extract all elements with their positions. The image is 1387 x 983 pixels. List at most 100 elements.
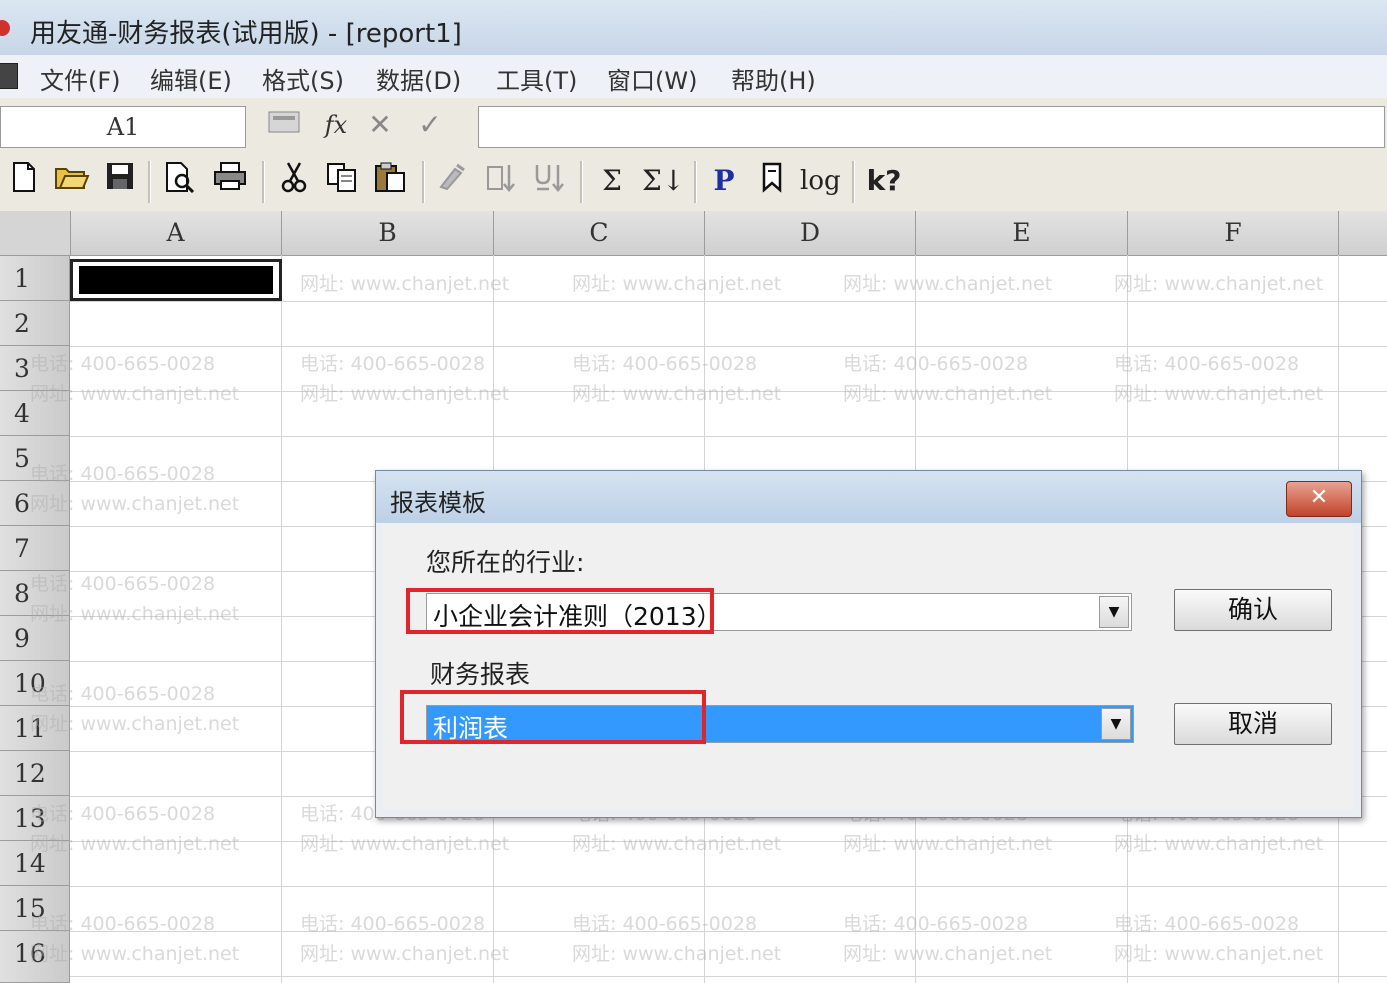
column-header-d[interactable]: D: [705, 211, 916, 255]
watermark-site: 网址: www.chanjet.net: [30, 493, 240, 515]
row-header-12[interactable]: 12: [0, 751, 70, 796]
menu-edit[interactable]: 编辑(E): [150, 61, 232, 96]
menu-tools[interactable]: 工具(T): [496, 61, 577, 96]
open-folder-icon[interactable]: [52, 161, 92, 201]
menu-help[interactable]: 帮助(H): [731, 61, 816, 96]
chevron-down-icon[interactable]: ▼: [1101, 708, 1131, 740]
toolbar: Σ Σ↓ P log k?: [0, 153, 1387, 213]
toolbar-separator: [422, 161, 425, 203]
selected-cell-a1[interactable]: [70, 259, 282, 301]
row-header-2[interactable]: 2: [0, 301, 70, 346]
watermark-phone: 电话: 400-665-0028: [30, 913, 216, 935]
cancel-edit-icon[interactable]: ✕: [362, 108, 398, 142]
report-highlight-box: [400, 690, 706, 744]
menu-bar: 文件(F) 编辑(E) 格式(S) 数据(D) 工具(T) 窗口(W) 帮助(H…: [0, 55, 1387, 99]
watermark-site: 网址: www.chanjet.net: [300, 943, 510, 965]
grid-line: [281, 255, 282, 983]
print-preview-icon[interactable]: [160, 161, 200, 201]
watermark-phone: 电话: 400-665-0028: [30, 683, 216, 705]
column-header-e[interactable]: E: [916, 211, 1128, 255]
toolbar-separator: [852, 161, 855, 203]
column-header-row: A B C D E F: [0, 211, 1387, 256]
column-header-a[interactable]: A: [70, 211, 282, 255]
copy-icon[interactable]: [322, 161, 362, 201]
save-icon[interactable]: [100, 161, 140, 201]
watermark-phone: 电话: 400-665-0028: [300, 913, 486, 935]
app-window: 用友通-财务报表(试用版) - [report1] 文件(F) 编辑(E) 格式…: [0, 0, 1387, 983]
watermark-phone: 电话: 400-665-0028: [572, 353, 758, 375]
confirm-button[interactable]: 确认: [1174, 589, 1332, 631]
grid-line: [70, 436, 1387, 437]
watermark-phone: 电话: 400-665-0028: [30, 573, 216, 595]
watermark-phone: 电话: 400-665-0028: [1114, 353, 1300, 375]
bookmark-icon[interactable]: [752, 161, 792, 201]
new-file-icon[interactable]: [4, 161, 44, 201]
row-header-1[interactable]: 1: [0, 256, 70, 301]
dialog-body: 您所在的行业: 小企业会计准则（2013） ▼ 确认 财务报表 利润表 ▼ 取消: [382, 523, 1353, 809]
watermark-site: 网址: www.chanjet.net: [843, 383, 1053, 405]
log-icon[interactable]: log: [800, 161, 841, 201]
watermark-site: 网址: www.chanjet.net: [1114, 383, 1324, 405]
watermark-site: 网址: www.chanjet.net: [1114, 273, 1324, 295]
watermark-site: 网址: www.chanjet.net: [300, 833, 510, 855]
selected-cell-fill: [79, 266, 273, 294]
industry-highlight-box: [406, 588, 714, 634]
column-header-b[interactable]: B: [282, 211, 494, 255]
formula-input[interactable]: [478, 106, 1385, 148]
chevron-down-icon[interactable]: ▼: [1099, 596, 1129, 628]
toolbar-separator: [694, 161, 697, 203]
grid-line: [70, 886, 1387, 887]
fx-icon[interactable]: fx: [318, 108, 354, 142]
watermark-site: 网址: www.chanjet.net: [300, 273, 510, 295]
sum-down-icon[interactable]: Σ↓: [642, 161, 685, 201]
watermark-site: 网址: www.chanjet.net: [572, 273, 782, 295]
watermark-site: 网址: www.chanjet.net: [843, 273, 1053, 295]
watermark-site: 网址: www.chanjet.net: [30, 603, 240, 625]
menu-format[interactable]: 格式(S): [262, 61, 344, 96]
insert-function-list-icon[interactable]: [266, 108, 302, 142]
column-header-c[interactable]: C: [494, 211, 705, 255]
watermark-site: 网址: www.chanjet.net: [572, 383, 782, 405]
menu-data[interactable]: 数据(D): [376, 61, 461, 96]
sort-descending-icon[interactable]: [530, 161, 570, 201]
toolbar-separator: [148, 161, 151, 203]
column-header-f[interactable]: F: [1128, 211, 1339, 255]
cut-icon[interactable]: [274, 161, 314, 201]
toolbar-separator: [262, 161, 265, 203]
watermark-site: 网址: www.chanjet.net: [30, 383, 240, 405]
watermark-site: 网址: www.chanjet.net: [572, 943, 782, 965]
format-painter-icon[interactable]: [432, 161, 472, 201]
select-all-corner[interactable]: [0, 211, 71, 255]
print-icon[interactable]: [210, 161, 250, 201]
cell-name-box[interactable]: A1: [0, 106, 246, 148]
watermark-phone: 电话: 400-665-0028: [843, 353, 1029, 375]
menu-file[interactable]: 文件(F): [40, 61, 121, 96]
watermark-phone: 电话: 400-665-0028: [30, 463, 216, 485]
toolbar-separator: [580, 161, 583, 203]
watermark-phone: 电话: 400-665-0028: [843, 913, 1029, 935]
sort-ascending-icon[interactable]: [482, 161, 522, 201]
cancel-button[interactable]: 取消: [1174, 703, 1332, 745]
dialog-title-bar[interactable]: 报表模板 ✕: [376, 471, 1361, 523]
close-icon[interactable]: ✕: [1286, 481, 1352, 517]
watermark-site: 网址: www.chanjet.net: [30, 943, 240, 965]
sum-icon[interactable]: Σ: [592, 161, 632, 201]
watermark-site: 网址: www.chanjet.net: [30, 713, 240, 735]
window-title: 用友通-财务报表(试用版) - [report1]: [30, 19, 462, 49]
watermark-site: 网址: www.chanjet.net: [843, 943, 1053, 965]
watermark-site: 网址: www.chanjet.net: [1114, 943, 1324, 965]
watermark-site: 网址: www.chanjet.net: [843, 833, 1053, 855]
row-header-7[interactable]: 7: [0, 526, 70, 571]
watermark-phone: 电话: 400-665-0028: [30, 803, 216, 825]
watermark-phone: 电话: 400-665-0028: [1114, 913, 1300, 935]
menu-window[interactable]: 窗口(W): [607, 61, 697, 96]
help-pointer-icon[interactable]: k?: [864, 161, 904, 201]
paste-icon[interactable]: [370, 161, 410, 201]
industry-label: 您所在的行业:: [426, 548, 585, 577]
p-icon[interactable]: P: [704, 161, 744, 201]
report-template-dialog: 报表模板 ✕ 您所在的行业: 小企业会计准则（2013） ▼ 确认 财务报表 利…: [375, 470, 1362, 818]
formula-bar: A1 fx ✕ ✓: [0, 98, 1387, 154]
confirm-edit-icon[interactable]: ✓: [412, 108, 448, 142]
grid-line: [70, 346, 1387, 347]
watermark-phone: 电话: 400-665-0028: [30, 353, 216, 375]
